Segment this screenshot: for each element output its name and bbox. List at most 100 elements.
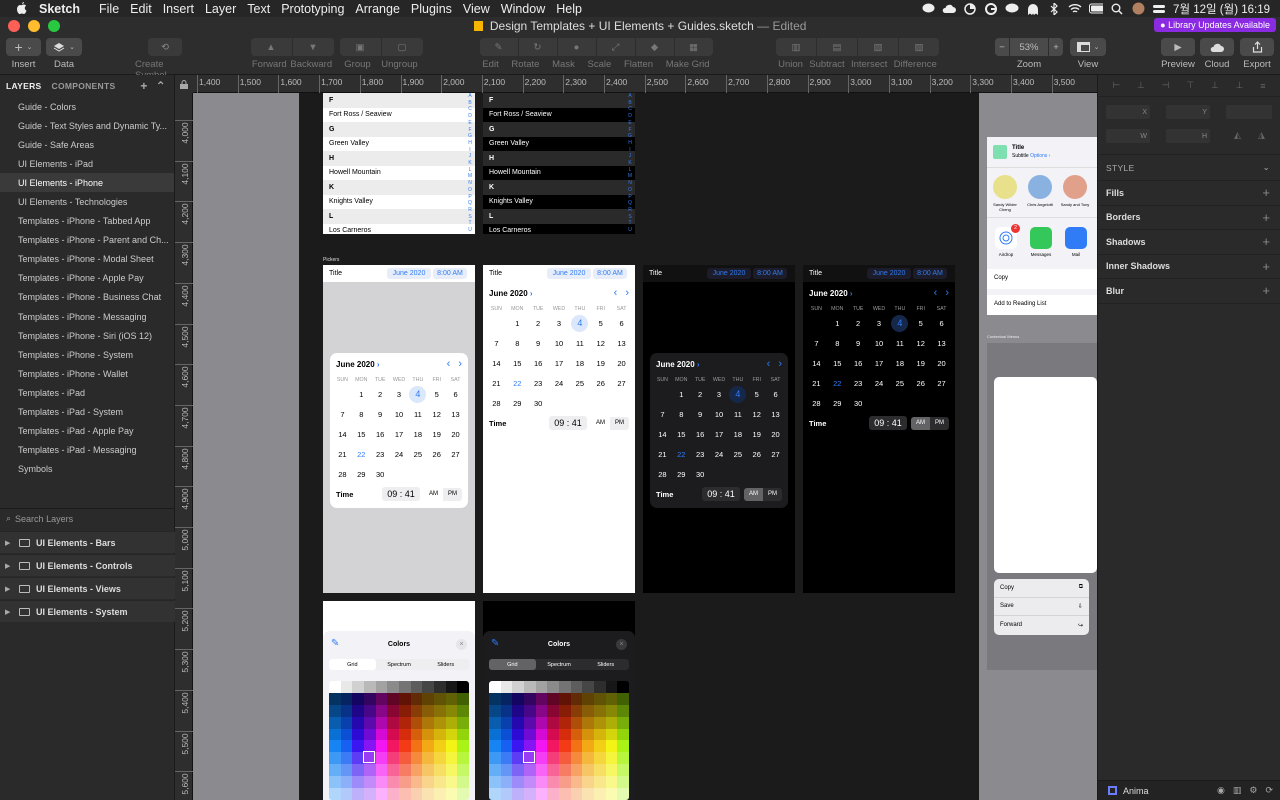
color-swatch[interactable]: [512, 692, 524, 705]
calendar-day[interactable]: 26: [910, 374, 931, 394]
tab-components[interactable]: COMPONENTS: [52, 81, 116, 91]
color-swatch[interactable]: [410, 716, 423, 729]
calendar-day[interactable]: 28: [333, 465, 352, 485]
w-field[interactable]: W: [1106, 129, 1150, 143]
index-letter[interactable]: S: [627, 214, 633, 221]
calendar-day[interactable]: 30: [371, 465, 390, 485]
contact-avatar[interactable]: [993, 175, 1017, 199]
color-swatch[interactable]: [375, 716, 388, 729]
color-swatch[interactable]: [340, 788, 353, 800]
index-letter[interactable]: F: [627, 127, 633, 134]
chevron-right-icon[interactable]: ›: [458, 358, 462, 370]
y-field[interactable]: Y: [1166, 105, 1210, 119]
colors-tab[interactable]: Grid: [489, 659, 536, 670]
color-swatch[interactable]: [594, 776, 606, 789]
page-item[interactable]: Guide - Text Styles and Dynamic Ty...: [0, 116, 174, 135]
color-swatch[interactable]: [387, 776, 399, 789]
color-swatch[interactable]: [535, 764, 548, 777]
calendar-day[interactable]: 1: [352, 385, 371, 405]
ruler-lock-icon[interactable]: [175, 75, 193, 93]
calendar-month[interactable]: June 2020 ›: [656, 360, 700, 369]
scale-icon[interactable]: ⤢: [596, 38, 635, 56]
color-swatch[interactable]: [535, 692, 548, 705]
calendar-day[interactable]: 11: [408, 405, 427, 425]
color-swatch[interactable]: [617, 788, 629, 800]
calendar-day[interactable]: 20: [931, 354, 952, 374]
color-swatch[interactable]: [399, 692, 411, 705]
color-swatch[interactable]: [500, 788, 513, 800]
color-swatch[interactable]: [559, 752, 571, 765]
add-icon[interactable]: +: [1262, 210, 1270, 225]
page-item[interactable]: Guide - Colors: [0, 97, 174, 116]
layer-row[interactable]: ▶ UI Elements - Controls: [0, 554, 175, 576]
calendar-day[interactable]: 10: [869, 334, 890, 354]
color-swatch[interactable]: [570, 752, 583, 765]
color-swatch[interactable]: [445, 776, 458, 789]
page-item[interactable]: Guide - Safe Areas: [0, 135, 174, 154]
color-swatch[interactable]: [457, 788, 469, 800]
page-item[interactable]: UI Elements - Technologies: [0, 192, 174, 211]
color-swatch[interactable]: [387, 716, 399, 729]
color-swatch[interactable]: [535, 704, 548, 717]
make-grid-icon[interactable]: ▦: [674, 38, 713, 56]
calendar-day[interactable]: 9: [691, 405, 710, 425]
color-swatch[interactable]: [617, 716, 629, 729]
index-letter[interactable]: P: [467, 194, 473, 201]
calendar-day[interactable]: 22: [507, 374, 528, 394]
page-item[interactable]: UI Elements - iPhone: [0, 173, 174, 193]
calendar-day[interactable]: 5: [590, 314, 611, 334]
insert-tool[interactable]: + ⌄ Insert: [6, 38, 41, 70]
index-letter[interactable]: L: [467, 167, 473, 174]
color-swatch[interactable]: [547, 681, 559, 693]
calendar-day[interactable]: 12: [747, 405, 766, 425]
page-item[interactable]: Templates - iPad - System: [0, 403, 174, 422]
page-item[interactable]: Templates - iPhone - Tabbed App: [0, 212, 174, 231]
color-swatch[interactable]: [445, 752, 458, 765]
disclosure-triangle-icon[interactable]: ▶: [5, 608, 15, 616]
color-swatch[interactable]: [594, 692, 606, 705]
color-swatch[interactable]: [375, 788, 388, 800]
color-swatch[interactable]: [547, 752, 559, 765]
color-swatch[interactable]: [422, 752, 434, 765]
calendar-day[interactable]: 28: [486, 394, 507, 414]
index-letter[interactable]: H: [467, 140, 473, 147]
color-swatch[interactable]: [422, 728, 434, 741]
rotate-icon[interactable]: ↻: [518, 38, 557, 56]
calendar-day[interactable]: 26: [427, 445, 446, 465]
index-letter[interactable]: A: [467, 93, 473, 100]
color-swatch[interactable]: [399, 681, 411, 693]
color-swatch[interactable]: [524, 728, 536, 741]
color-swatch[interactable]: [399, 716, 411, 729]
export-tool[interactable]: Export: [1240, 38, 1274, 70]
list-item[interactable]: Green Valley: [483, 137, 635, 152]
color-swatch[interactable]: [547, 740, 559, 753]
color-swatch[interactable]: [352, 764, 364, 777]
library-updates-badge[interactable]: ● Library Updates Available: [1154, 18, 1276, 32]
page-item[interactable]: Templates - iPhone - Modal Sheet: [0, 250, 174, 269]
color-swatch[interactable]: [410, 764, 423, 777]
index-letter[interactable]: C: [467, 106, 473, 113]
color-swatch[interactable]: [457, 716, 469, 729]
index-letter[interactable]: T: [627, 220, 633, 227]
calendar-day[interactable]: 25: [728, 445, 747, 465]
calendar-day[interactable]: 3: [710, 385, 729, 405]
color-swatch[interactable]: [500, 681, 513, 693]
difference-icon[interactable]: ▨: [899, 38, 939, 56]
color-swatch[interactable]: [434, 692, 446, 705]
calendar-day[interactable]: 18: [569, 354, 590, 374]
index-letter[interactable]: U: [467, 227, 473, 234]
flatten-icon[interactable]: ◆: [635, 38, 674, 56]
color-swatch[interactable]: [512, 728, 524, 741]
color-swatch[interactable]: [457, 704, 469, 717]
calendar-day[interactable]: 2: [371, 385, 390, 405]
color-swatch[interactable]: [434, 776, 446, 789]
style-section[interactable]: Fills +: [1098, 181, 1280, 206]
subtract-icon[interactable]: ▤: [817, 38, 857, 56]
color-swatch[interactable]: [329, 764, 341, 777]
index-letter[interactable]: G: [627, 133, 633, 140]
calendar-day[interactable]: 1: [827, 314, 848, 334]
style-section[interactable]: Blur +: [1098, 279, 1280, 304]
data-layers-icon[interactable]: ⌄: [46, 38, 82, 56]
menu-layer[interactable]: Layer: [205, 2, 245, 16]
color-swatch[interactable]: [500, 740, 513, 753]
